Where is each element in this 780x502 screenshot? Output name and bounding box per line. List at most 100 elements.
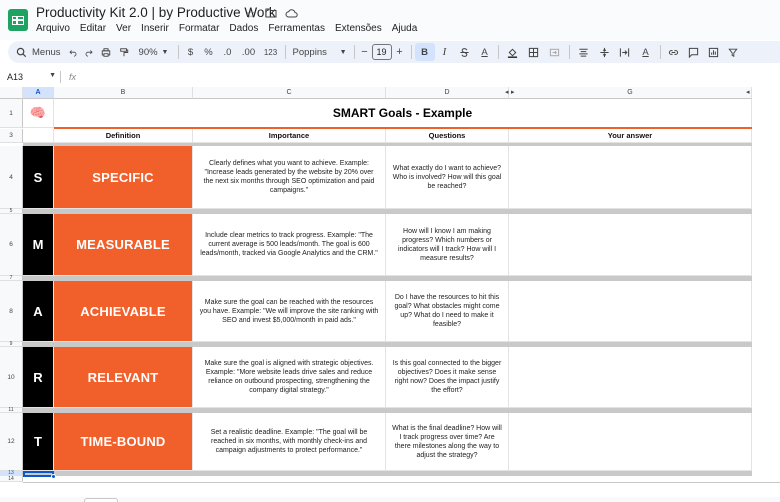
- menu-ver[interactable]: Ver: [116, 23, 131, 34]
- goal-label-specific[interactable]: SPECIFIC: [54, 146, 193, 209]
- select-all-corner[interactable]: [0, 87, 23, 99]
- text-color-button[interactable]: A: [475, 43, 495, 61]
- text-rotation-button[interactable]: A: [635, 43, 657, 61]
- header-definition[interactable]: Definition: [54, 129, 193, 143]
- active-cell-a13[interactable]: [23, 471, 54, 477]
- menu-arquivo[interactable]: Arquivo: [36, 23, 70, 34]
- goal-questions-relevant[interactable]: Is this goal connected to the bigger obj…: [386, 347, 509, 408]
- brain-emoji-cell[interactable]: 🧠: [23, 99, 54, 128]
- goal-answer-specific[interactable]: [509, 146, 752, 209]
- zoom-select[interactable]: 90% ▼: [133, 43, 175, 61]
- goal-answer-measurable[interactable]: [509, 214, 752, 276]
- search-menus-button[interactable]: Menus: [8, 43, 65, 61]
- goal-importance-specific[interactable]: Clearly defines what you want to achieve…: [193, 146, 386, 209]
- font-size-input[interactable]: 19: [371, 44, 392, 60]
- goal-letter-a[interactable]: A: [23, 281, 54, 342]
- goal-importance-achievable[interactable]: Make sure the goal can be reached with t…: [193, 281, 386, 342]
- horizontal-align-button[interactable]: [573, 43, 595, 61]
- menu-inserir[interactable]: Inserir: [141, 23, 169, 34]
- currency-format-button[interactable]: $: [182, 43, 200, 61]
- row-header-1[interactable]: 1: [0, 99, 23, 128]
- menu-extensoes[interactable]: Extensões: [335, 23, 382, 34]
- hidden-columns-left-icon[interactable]: ◂: [505, 88, 509, 96]
- goal-letter-t[interactable]: T: [23, 413, 54, 471]
- goal-letter-m[interactable]: M: [23, 214, 54, 276]
- hidden-columns-right-icon[interactable]: ▸: [511, 88, 515, 96]
- menu-dados[interactable]: Dados: [229, 23, 258, 34]
- paint-format-button[interactable]: [115, 43, 133, 61]
- text-wrapping-button[interactable]: [615, 43, 635, 61]
- star-icon[interactable]: ☆: [244, 7, 258, 21]
- goal-answer-time-bound[interactable]: [509, 413, 752, 471]
- menu-editar[interactable]: Editar: [80, 23, 106, 34]
- insert-comment-button[interactable]: [684, 43, 704, 61]
- bold-button[interactable]: B: [414, 43, 435, 61]
- row-header-8[interactable]: 8: [0, 281, 23, 342]
- row-header-12[interactable]: 12: [0, 413, 23, 471]
- insert-chart-button[interactable]: [704, 43, 724, 61]
- redo-button[interactable]: [81, 43, 97, 61]
- sheet-tab[interactable]: [84, 498, 118, 502]
- filter-button[interactable]: [724, 43, 742, 61]
- column-header-a[interactable]: A: [23, 87, 54, 99]
- search-menus-label: Menus: [32, 46, 61, 58]
- goal-importance-relevant[interactable]: Make sure the goal is aligned with strat…: [193, 347, 386, 408]
- chart-icon: [708, 47, 719, 57]
- column-header-c[interactable]: C: [193, 87, 386, 99]
- row-header-6[interactable]: 6: [0, 214, 23, 276]
- strikethrough-button[interactable]: [455, 43, 475, 61]
- header-importance[interactable]: Importance: [193, 129, 386, 143]
- name-box[interactable]: A13 ▼: [0, 72, 60, 82]
- spreadsheet-grid[interactable]: A B C D G ◂ ▸ ◂ 1 🧠 SMART Goals - Exampl…: [0, 87, 780, 502]
- decrease-decimals-button[interactable]: .0: [218, 43, 238, 61]
- menu-ajuda[interactable]: Ajuda: [392, 23, 418, 34]
- goal-questions-measurable[interactable]: How will I know I am making progress? Wh…: [386, 214, 509, 276]
- goal-importance-measurable[interactable]: Include clear metrics to track progress.…: [193, 214, 386, 276]
- goal-label-relevant[interactable]: RELEVANT: [54, 347, 193, 408]
- increase-decimals-button[interactable]: .00: [238, 43, 260, 61]
- merge-cells-button[interactable]: [544, 43, 566, 61]
- folder-icon[interactable]: [264, 7, 278, 21]
- goal-label-measurable[interactable]: MEASURABLE: [54, 214, 193, 276]
- goal-questions-achievable[interactable]: Do I have the resources to hit this goal…: [386, 281, 509, 342]
- menu-ferramentas[interactable]: Ferramentas: [268, 23, 325, 34]
- goal-label-achievable[interactable]: ACHIEVABLE: [54, 281, 193, 342]
- goal-questions-specific[interactable]: What exactly do I want to achieve? Who i…: [386, 146, 509, 209]
- table-header-cell[interactable]: [23, 129, 54, 143]
- increase-font-size-button[interactable]: +: [392, 43, 408, 61]
- vertical-align-button[interactable]: [595, 43, 615, 61]
- row-header-10[interactable]: 10: [0, 347, 23, 408]
- decrease-font-size-button[interactable]: −: [358, 43, 372, 61]
- row-header-14[interactable]: 14: [0, 476, 23, 482]
- column-header-b[interactable]: B: [54, 87, 193, 99]
- print-button[interactable]: [97, 43, 115, 61]
- sheets-logo-icon[interactable]: [8, 9, 28, 31]
- hidden-columns-edge-icon[interactable]: ◂: [746, 88, 750, 96]
- undo-button[interactable]: [65, 43, 81, 61]
- insert-link-button[interactable]: [664, 43, 684, 61]
- document-title[interactable]: Productivity Kit 2.0 | by Productive Wor…: [36, 5, 276, 20]
- goal-answer-achievable[interactable]: [509, 281, 752, 342]
- cloud-icon[interactable]: [284, 7, 298, 21]
- column-header-g[interactable]: G: [509, 87, 752, 99]
- goal-questions-time-bound[interactable]: What is the final deadline? How will I t…: [386, 413, 509, 471]
- italic-button[interactable]: I: [435, 43, 455, 61]
- goal-label-time-bound[interactable]: TIME-BOUND: [54, 413, 193, 471]
- goal-importance-time-bound[interactable]: Set a realistic deadline. Example: "The …: [193, 413, 386, 471]
- column-header-d[interactable]: D: [386, 87, 509, 99]
- goal-letter-s[interactable]: S: [23, 146, 54, 209]
- goal-letter-r[interactable]: R: [23, 347, 54, 408]
- borders-button[interactable]: [524, 43, 544, 61]
- menu-formatar[interactable]: Formatar: [179, 23, 220, 34]
- fill-color-button[interactable]: [502, 43, 524, 61]
- row-header-4[interactable]: 4: [0, 146, 23, 209]
- fill-handle[interactable]: [51, 474, 56, 479]
- header-questions[interactable]: Questions: [386, 129, 509, 143]
- font-select[interactable]: Poppins ▼: [289, 43, 351, 61]
- row-header-3[interactable]: 3: [0, 129, 23, 143]
- sheet-title[interactable]: SMART Goals - Example: [54, 99, 752, 128]
- goal-answer-relevant[interactable]: [509, 347, 752, 408]
- percent-format-button[interactable]: %: [200, 43, 218, 61]
- header-your-answer[interactable]: Your answer: [509, 129, 752, 143]
- number-format-button[interactable]: 123: [260, 43, 282, 61]
